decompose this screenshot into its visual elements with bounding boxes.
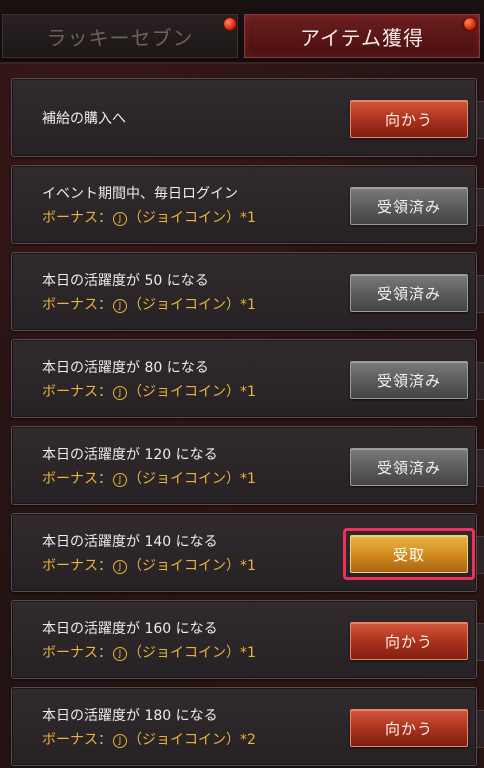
bonus-label: ボーナス： xyxy=(42,210,112,226)
task-title: イベント期間中、毎日ログイン xyxy=(42,186,238,202)
task-bonus: ボーナス： J （ジョイコイン）*1 xyxy=(42,294,256,314)
go-button[interactable]: 向かう xyxy=(350,709,468,747)
task-title: 本日の活躍度が 120 になる xyxy=(42,447,218,463)
go-button[interactable]: 向かう xyxy=(350,622,468,660)
task-bonus: ボーナス： J （ジョイコイン）*1 xyxy=(42,555,256,575)
joy-coin-icon: J xyxy=(113,734,127,748)
task-bonus: ボーナス： J （ジョイコイン）*2 xyxy=(42,729,256,749)
task-title: 本日の活躍度が 50 になる xyxy=(42,273,209,289)
task-item: イベント期間中、毎日ログイン ボーナス： J （ジョイコイン）*1 受領済み xyxy=(11,165,484,244)
bonus-label: ボーナス： xyxy=(42,732,112,748)
bonus-label: ボーナス： xyxy=(42,384,112,400)
bonus-reward: （ジョイコイン）*1 xyxy=(128,471,256,487)
bonus-label: ボーナス： xyxy=(42,645,112,661)
task-item: 本日の活躍度が 80 になる ボーナス： J （ジョイコイン）*1 受領済み xyxy=(11,339,484,418)
task-list[interactable]: 補給の購入へ 向かう イベント期間中、毎日ログイン ボーナス： J （ジョイコイン）*1 受… xyxy=(0,62,484,768)
bonus-label: ボーナス： xyxy=(42,297,112,313)
joy-coin-icon: J xyxy=(113,473,127,487)
joy-coin-icon: J xyxy=(113,299,127,313)
bonus-reward: （ジョイコイン）*1 xyxy=(128,558,256,574)
tab-lucky-seven[interactable]: ラッキーセブン xyxy=(2,14,238,58)
joy-coin-icon: J xyxy=(113,560,127,574)
task-title: 本日の活躍度が 140 になる xyxy=(42,534,218,550)
bonus-reward: （ジョイコイン）*1 xyxy=(128,210,256,226)
task-item: 本日の活躍度が 50 になる ボーナス： J （ジョイコイン）*1 受領済み xyxy=(11,252,484,331)
notification-dot-icon xyxy=(223,17,237,31)
task-title: 本日の活躍度が 180 になる xyxy=(42,708,218,724)
bonus-reward: （ジョイコイン）*1 xyxy=(128,645,256,661)
task-title: 本日の活躍度が 80 になる xyxy=(42,360,209,376)
task-item: 本日の活躍度が 180 になる ボーナス： J （ジョイコイン）*2 向かう xyxy=(11,687,484,766)
joy-coin-icon: J xyxy=(113,212,127,226)
task-bonus: ボーナス： J （ジョイコイン）*1 xyxy=(42,381,256,401)
joy-coin-icon: J xyxy=(113,647,127,661)
task-item: 本日の活躍度が 120 になる ボーナス： J （ジョイコイン）*1 受領済み xyxy=(11,426,484,505)
claimed-button: 受領済み xyxy=(350,274,468,312)
claim-button[interactable]: 受取 xyxy=(350,535,468,573)
go-button[interactable]: 向かう xyxy=(350,100,468,138)
bonus-label: ボーナス： xyxy=(42,558,112,574)
joy-coin-icon: J xyxy=(113,386,127,400)
tab-item-acquire[interactable]: アイテム獲得 xyxy=(244,14,480,58)
task-bonus: ボーナス： J （ジョイコイン）*1 xyxy=(42,642,256,662)
task-bonus: ボーナス： J （ジョイコイン）*1 xyxy=(42,207,256,227)
task-title: 補給の購入へ xyxy=(42,111,126,127)
bonus-reward: （ジョイコイン）*1 xyxy=(128,384,256,400)
tab-bar: ラッキーセブン アイテム獲得 xyxy=(0,0,484,64)
task-item: 補給の購入へ 向かう xyxy=(11,78,484,157)
task-bonus: ボーナス： J （ジョイコイン）*1 xyxy=(42,468,256,488)
bonus-reward: （ジョイコイン）*1 xyxy=(128,297,256,313)
task-item: 本日の活躍度が 160 になる ボーナス： J （ジョイコイン）*1 向かう xyxy=(11,600,484,679)
notification-dot-icon xyxy=(463,17,477,31)
task-title: 本日の活躍度が 160 になる xyxy=(42,621,218,637)
claimed-button: 受領済み xyxy=(350,361,468,399)
bonus-label: ボーナス： xyxy=(42,471,112,487)
claimed-button: 受領済み xyxy=(350,187,468,225)
task-item: 本日の活躍度が 140 になる ボーナス： J （ジョイコイン）*1 受取 xyxy=(11,513,484,592)
bonus-reward: （ジョイコイン）*2 xyxy=(128,732,256,748)
claimed-button: 受領済み xyxy=(350,448,468,486)
